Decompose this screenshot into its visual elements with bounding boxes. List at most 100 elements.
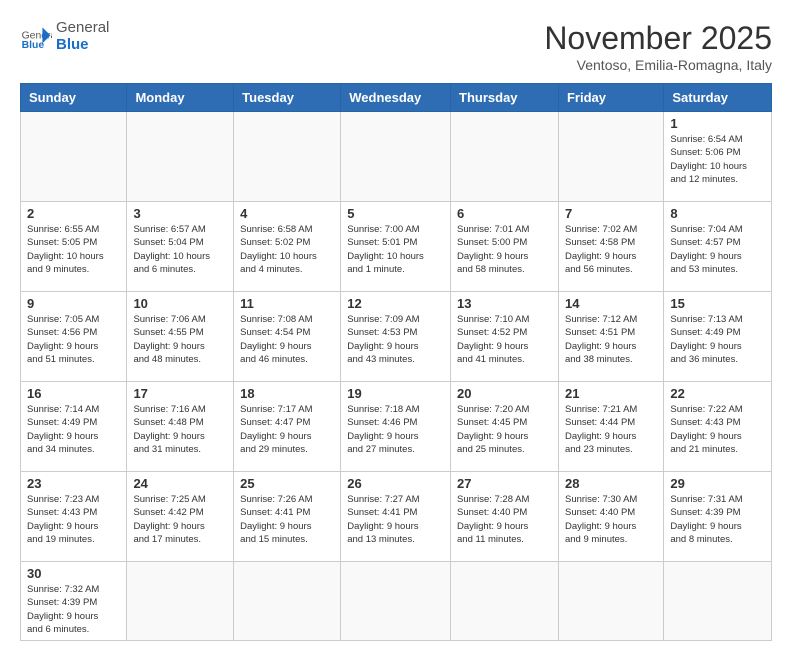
- weekday-header-row: SundayMondayTuesdayWednesdayThursdayFrid…: [21, 84, 772, 112]
- calendar-cell: 26 Sunrise: 7:27 AM Sunset: 4:41 PM Dayli…: [341, 472, 451, 562]
- day-number: 2: [27, 206, 120, 221]
- calendar-cell: [127, 562, 234, 641]
- day-info: Sunrise: 7:04 AM Sunset: 4:57 PM Dayligh…: [670, 223, 765, 276]
- day-number: 25: [240, 476, 334, 491]
- calendar-cell: 5Sunrise: 7:00 AM Sunset: 5:01 PM Daylig…: [341, 202, 451, 292]
- calendar-cell: [234, 112, 341, 202]
- day-number: 23: [27, 476, 120, 491]
- day-info: Sunrise: 7:23 AM Sunset: 4:43 PM Dayligh…: [27, 493, 120, 546]
- calendar-cell: 7 Sunrise: 7:02 AM Sunset: 4:58 PM Daylig…: [558, 202, 663, 292]
- day-number: 10: [133, 296, 227, 311]
- calendar-cell: 12 Sunrise: 7:09 AM Sunset: 4:53 PM Dayli…: [341, 292, 451, 382]
- weekday-header-wednesday: Wednesday: [341, 84, 451, 112]
- day-number: 8: [670, 206, 765, 221]
- day-number: 14: [565, 296, 657, 311]
- page-header: General Blue General Blue November 2025 …: [20, 20, 772, 73]
- day-info: Sunrise: 7:22 AM Sunset: 4:43 PM Dayligh…: [670, 403, 765, 456]
- calendar-week-row: 1Sunrise: 6:54 AM Sunset: 5:06 PM Daylig…: [21, 112, 772, 202]
- calendar-cell: 25 Sunrise: 7:26 AM Sunset: 4:41 PM Dayli…: [234, 472, 341, 562]
- day-number: 13: [457, 296, 552, 311]
- day-number: 30: [27, 566, 120, 581]
- weekday-header-tuesday: Tuesday: [234, 84, 341, 112]
- weekday-header-thursday: Thursday: [451, 84, 559, 112]
- calendar-week-row: 16 Sunrise: 7:14 AM Sunset: 4:49 PM Dayli…: [21, 382, 772, 472]
- day-number: 17: [133, 386, 227, 401]
- day-info: Sunrise: 7:14 AM Sunset: 4:49 PM Dayligh…: [27, 403, 120, 456]
- day-number: 3: [133, 206, 227, 221]
- day-number: 5: [347, 206, 444, 221]
- day-info: Sunrise: 7:13 AM Sunset: 4:49 PM Dayligh…: [670, 313, 765, 366]
- day-info: Sunrise: 7:01 AM Sunset: 5:00 PM Dayligh…: [457, 223, 552, 276]
- calendar-cell: [341, 112, 451, 202]
- calendar-cell: [558, 562, 663, 641]
- day-info: Sunrise: 7:28 AM Sunset: 4:40 PM Dayligh…: [457, 493, 552, 546]
- day-number: 21: [565, 386, 657, 401]
- title-area: November 2025 Ventoso, Emilia-Romagna, I…: [544, 20, 772, 73]
- calendar-cell: 24 Sunrise: 7:25 AM Sunset: 4:42 PM Dayli…: [127, 472, 234, 562]
- day-info: Sunrise: 7:02 AM Sunset: 4:58 PM Dayligh…: [565, 223, 657, 276]
- day-number: 26: [347, 476, 444, 491]
- calendar-cell: 1Sunrise: 6:54 AM Sunset: 5:06 PM Daylig…: [664, 112, 772, 202]
- day-info: Sunrise: 7:10 AM Sunset: 4:52 PM Dayligh…: [457, 313, 552, 366]
- calendar-cell: 30Sunrise: 7:32 AM Sunset: 4:39 PM Dayli…: [21, 562, 127, 641]
- calendar-week-row: 9 Sunrise: 7:05 AM Sunset: 4:56 PM Daylig…: [21, 292, 772, 382]
- calendar-cell: [558, 112, 663, 202]
- day-info: Sunrise: 7:30 AM Sunset: 4:40 PM Dayligh…: [565, 493, 657, 546]
- day-info: Sunrise: 7:26 AM Sunset: 4:41 PM Dayligh…: [240, 493, 334, 546]
- weekday-header-friday: Friday: [558, 84, 663, 112]
- calendar-cell: 17 Sunrise: 7:16 AM Sunset: 4:48 PM Dayli…: [127, 382, 234, 472]
- svg-text:Blue: Blue: [22, 40, 45, 51]
- calendar-week-row: 30Sunrise: 7:32 AM Sunset: 4:39 PM Dayli…: [21, 562, 772, 641]
- logo-general-text: General: [56, 20, 109, 37]
- calendar-cell: 27 Sunrise: 7:28 AM Sunset: 4:40 PM Dayli…: [451, 472, 559, 562]
- calendar-cell: [234, 562, 341, 641]
- day-number: 7: [565, 206, 657, 221]
- day-number: 12: [347, 296, 444, 311]
- day-number: 9: [27, 296, 120, 311]
- day-info: Sunrise: 7:12 AM Sunset: 4:51 PM Dayligh…: [565, 313, 657, 366]
- day-info: Sunrise: 7:27 AM Sunset: 4:41 PM Dayligh…: [347, 493, 444, 546]
- calendar-week-row: 23 Sunrise: 7:23 AM Sunset: 4:43 PM Dayli…: [21, 472, 772, 562]
- day-number: 6: [457, 206, 552, 221]
- calendar-cell: 2Sunrise: 6:55 AM Sunset: 5:05 PM Daylig…: [21, 202, 127, 292]
- calendar-cell: 3Sunrise: 6:57 AM Sunset: 5:04 PM Daylig…: [127, 202, 234, 292]
- logo-icon: General Blue: [20, 21, 52, 53]
- calendar-cell: 29Sunrise: 7:31 AM Sunset: 4:39 PM Dayli…: [664, 472, 772, 562]
- calendar-cell: 6 Sunrise: 7:01 AM Sunset: 5:00 PM Daylig…: [451, 202, 559, 292]
- calendar-cell: 4 Sunrise: 6:58 AM Sunset: 5:02 PM Daylig…: [234, 202, 341, 292]
- day-info: Sunrise: 7:16 AM Sunset: 4:48 PM Dayligh…: [133, 403, 227, 456]
- weekday-header-monday: Monday: [127, 84, 234, 112]
- day-number: 16: [27, 386, 120, 401]
- day-number: 15: [670, 296, 765, 311]
- calendar-cell: 9 Sunrise: 7:05 AM Sunset: 4:56 PM Daylig…: [21, 292, 127, 382]
- calendar-cell: 19Sunrise: 7:18 AM Sunset: 4:46 PM Dayli…: [341, 382, 451, 472]
- day-info: Sunrise: 7:20 AM Sunset: 4:45 PM Dayligh…: [457, 403, 552, 456]
- calendar-cell: [127, 112, 234, 202]
- day-info: Sunrise: 7:21 AM Sunset: 4:44 PM Dayligh…: [565, 403, 657, 456]
- day-info: Sunrise: 7:25 AM Sunset: 4:42 PM Dayligh…: [133, 493, 227, 546]
- day-number: 29: [670, 476, 765, 491]
- day-info: Sunrise: 6:54 AM Sunset: 5:06 PM Dayligh…: [670, 133, 765, 186]
- weekday-header-sunday: Sunday: [21, 84, 127, 112]
- logo: General Blue General Blue: [20, 20, 109, 53]
- calendar-cell: 14 Sunrise: 7:12 AM Sunset: 4:51 PM Dayli…: [558, 292, 663, 382]
- day-number: 24: [133, 476, 227, 491]
- day-info: Sunrise: 7:05 AM Sunset: 4:56 PM Dayligh…: [27, 313, 120, 366]
- day-number: 20: [457, 386, 552, 401]
- day-info: Sunrise: 7:18 AM Sunset: 4:46 PM Dayligh…: [347, 403, 444, 456]
- calendar-cell: 18Sunrise: 7:17 AM Sunset: 4:47 PM Dayli…: [234, 382, 341, 472]
- calendar-cell: 23 Sunrise: 7:23 AM Sunset: 4:43 PM Dayli…: [21, 472, 127, 562]
- month-title: November 2025: [544, 20, 772, 57]
- logo-blue-text: Blue: [56, 37, 109, 54]
- day-number: 28: [565, 476, 657, 491]
- calendar-cell: 16 Sunrise: 7:14 AM Sunset: 4:49 PM Dayli…: [21, 382, 127, 472]
- day-number: 11: [240, 296, 334, 311]
- weekday-header-saturday: Saturday: [664, 84, 772, 112]
- day-number: 4: [240, 206, 334, 221]
- calendar-cell: 28 Sunrise: 7:30 AM Sunset: 4:40 PM Dayli…: [558, 472, 663, 562]
- day-number: 27: [457, 476, 552, 491]
- day-info: Sunrise: 7:09 AM Sunset: 4:53 PM Dayligh…: [347, 313, 444, 366]
- calendar-cell: 10Sunrise: 7:06 AM Sunset: 4:55 PM Dayli…: [127, 292, 234, 382]
- day-info: Sunrise: 6:58 AM Sunset: 5:02 PM Dayligh…: [240, 223, 334, 276]
- day-info: Sunrise: 7:17 AM Sunset: 4:47 PM Dayligh…: [240, 403, 334, 456]
